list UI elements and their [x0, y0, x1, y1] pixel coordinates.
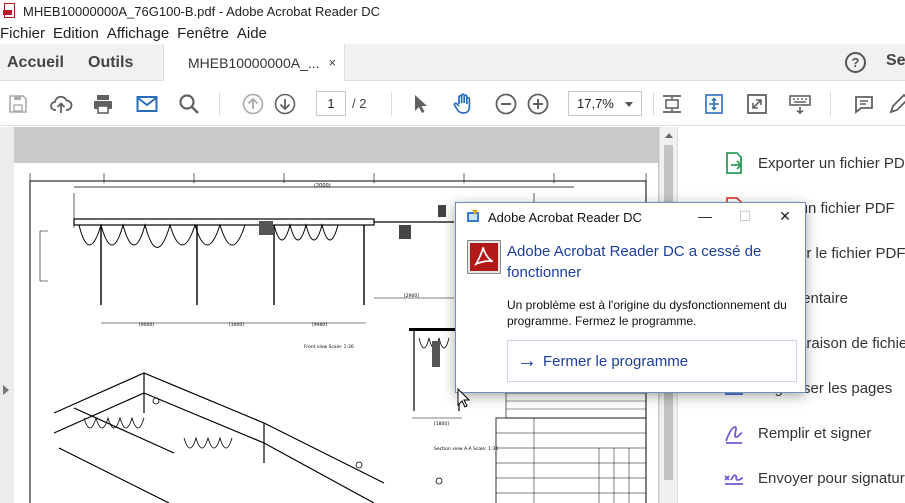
export-pdf-icon	[726, 152, 743, 174]
search-icon[interactable]	[177, 92, 201, 116]
acrobat-window: MHEB10000000A_76G100-B.pdf - Adobe Acrob…	[0, 0, 905, 503]
section-view-label: Section view A-A Scale: 1:30	[434, 446, 498, 452]
mouse-pointer-icon	[457, 388, 471, 408]
send-signature-icon	[724, 474, 744, 485]
sign-in-link[interactable]: Se	[886, 52, 905, 70]
menu-fenetre[interactable]: Fenêtre	[177, 25, 237, 42]
menu-bar: Fichier Edition Affichage Fenêtre Aide	[0, 22, 905, 44]
close-program-button[interactable]: → Fermer le programme	[507, 340, 797, 382]
front-view-label: Front view Scale: 1:30	[304, 344, 354, 350]
chevron-down-icon	[625, 102, 633, 107]
window-title: MHEB10000000A_76G100-B.pdf - Adobe Acrob…	[23, 3, 381, 19]
tab-document[interactable]: MHEB10000000A_... ×	[163, 44, 345, 81]
minimize-icon[interactable]: —	[685, 203, 725, 231]
fit-page-icon[interactable]	[660, 92, 684, 116]
dim-top: (2000)	[314, 183, 331, 189]
draw-pencil-icon[interactable]	[887, 92, 905, 116]
acrobat-logo-icon	[467, 240, 501, 274]
pdf-file-icon	[3, 3, 17, 19]
expand-arrow-icon	[3, 385, 9, 395]
tab-tools[interactable]: Outils	[88, 44, 133, 81]
navigation-pane-toggle[interactable]	[0, 127, 14, 503]
dialog-title: Adobe Acrobat Reader DC	[488, 209, 642, 225]
dim-1: [9000]	[139, 322, 154, 328]
select-cursor-icon[interactable]	[408, 92, 432, 116]
comment-icon[interactable]	[852, 92, 876, 116]
dim-2: [3000]	[229, 322, 244, 328]
zoom-out-icon[interactable]	[494, 92, 518, 116]
page-total: / 2	[352, 96, 367, 111]
dim-4: [2900]	[404, 293, 419, 299]
title-bar: MHEB10000000A_76G100-B.pdf - Adobe Acrob…	[0, 0, 905, 22]
rotate-view-icon[interactable]	[702, 92, 726, 116]
keyboard-icon[interactable]	[788, 92, 812, 116]
dim-3: [9460]	[312, 322, 327, 328]
tab-home[interactable]: Accueil	[7, 44, 64, 81]
tool-fill-sign[interactable]: Remplir et signer	[722, 421, 871, 445]
menu-edition[interactable]: Edition	[53, 25, 107, 42]
next-page-icon[interactable]	[273, 92, 297, 116]
zoom-in-icon[interactable]	[526, 92, 550, 116]
dialog-heading: Adobe Acrobat Reader DC a cessé de fonct…	[507, 243, 762, 281]
close-icon[interactable]: ✕	[765, 203, 805, 231]
print-icon[interactable]	[91, 92, 115, 116]
dialog-title-bar: Adobe Acrobat Reader DC — ☐ ✕	[456, 203, 805, 231]
previous-page-icon[interactable]	[241, 92, 265, 116]
full-screen-icon[interactable]	[745, 92, 769, 116]
maximize-icon: ☐	[738, 208, 752, 224]
dialog-message: Un problème est à l'origine du dysfoncti…	[507, 298, 787, 328]
fill-sign-icon	[725, 426, 743, 444]
help-icon[interactable]: ?	[845, 52, 866, 73]
close-tab-icon[interactable]: ×	[329, 55, 337, 70]
save-icon[interactable]	[6, 92, 30, 116]
zoom-select[interactable]: 17,7%	[568, 91, 642, 116]
tab-document-label: MHEB10000000A_...	[188, 54, 320, 71]
tool-send-signature[interactable]: Envoyer pour signature	[722, 466, 905, 490]
dim-5: [1800]	[434, 421, 449, 427]
menu-affichage[interactable]: Affichage	[107, 25, 177, 42]
toolbar	[0, 82, 905, 126]
tool-export-pdf-label: Exporter un fichier PDF	[758, 154, 905, 172]
tool-fill-sign-label: Remplir et signer	[758, 424, 872, 442]
upload-cloud-icon[interactable]	[49, 92, 73, 116]
menu-fichier[interactable]: Fichier	[0, 25, 53, 42]
scroll-up-icon[interactable]	[665, 133, 673, 138]
close-program-label: Fermer le programme	[543, 352, 689, 370]
zoom-value: 17,7%	[577, 96, 614, 111]
mail-icon[interactable]	[135, 92, 159, 116]
crash-dialog: Adobe Acrobat Reader DC — ☐ ✕ Adobe Acro…	[455, 202, 806, 393]
tool-send-signature-label: Envoyer pour signature	[758, 469, 905, 487]
menu-aide[interactable]: Aide	[237, 25, 275, 42]
tab-bar: Accueil Outils MHEB10000000A_... ×	[0, 44, 905, 81]
arrow-right-icon: →	[517, 349, 537, 372]
page-number-input[interactable]: 1	[316, 91, 346, 116]
tool-export-pdf[interactable]: Exporter un fichier PDF	[722, 151, 905, 175]
hand-tool-icon[interactable]	[451, 92, 475, 116]
windows-error-app-icon	[467, 210, 479, 222]
